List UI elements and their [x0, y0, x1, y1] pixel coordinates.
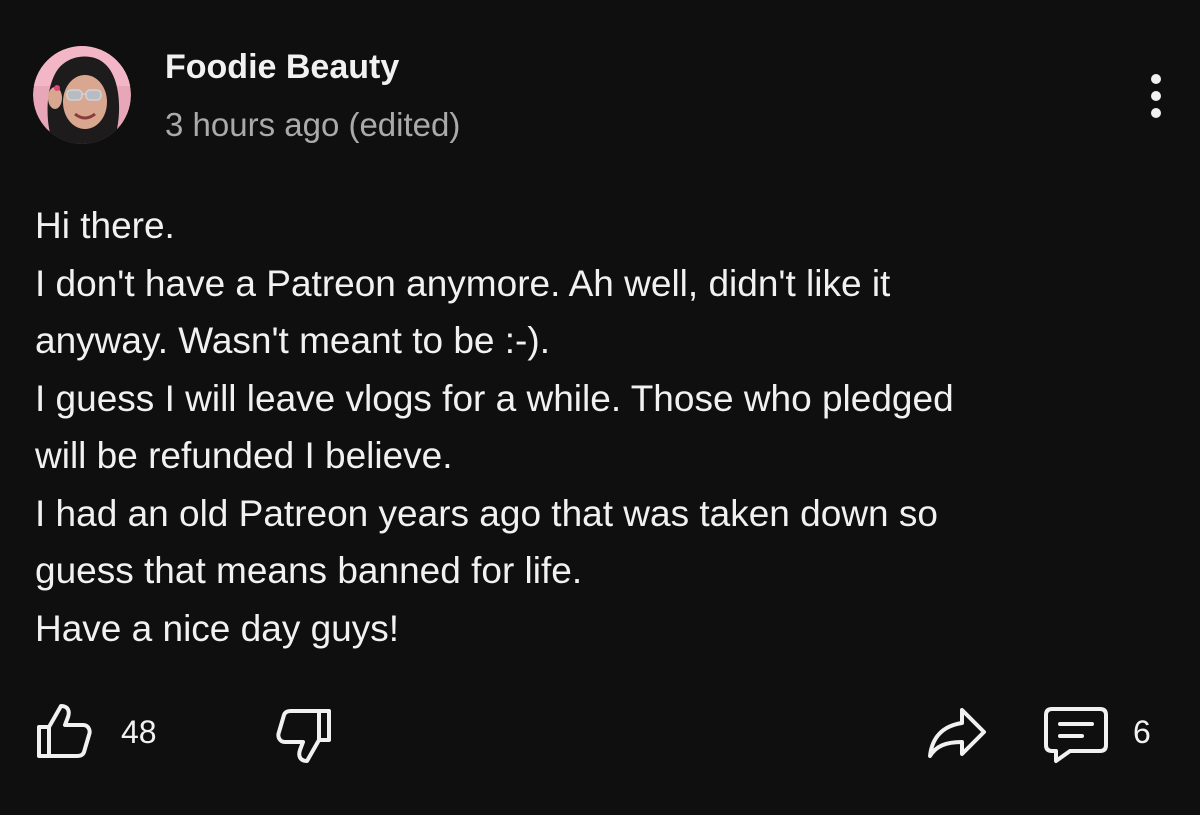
thumbs-down-icon — [276, 709, 331, 763]
post-line: I don't have a Patreon anymore. Ah well,… — [35, 262, 891, 304]
like-count: 48 — [121, 714, 157, 750]
dislike-button[interactable] — [274, 707, 334, 767]
author-name[interactable]: Foodie Beauty — [165, 45, 399, 89]
post-line: I guess I will leave vlogs for a while. … — [35, 377, 954, 419]
post-line: anyway. Wasn't meant to be :-). — [35, 320, 550, 361]
more-options-button[interactable] — [1136, 70, 1176, 126]
comments-button[interactable] — [1044, 705, 1110, 765]
post-line: Hi there. — [35, 205, 175, 246]
share-icon — [928, 708, 986, 758]
post-line: Have a nice day guys! — [35, 607, 400, 649]
community-post: Foodie Beauty 3 hours ago (edited) Hi th… — [0, 0, 1200, 815]
like-button[interactable] — [34, 700, 94, 760]
comment-count: 6 — [1133, 714, 1151, 750]
comment-icon — [1044, 707, 1108, 763]
avatar-image — [33, 46, 131, 144]
avatar[interactable] — [33, 46, 131, 144]
post-line: will be refunded I believe. — [35, 435, 453, 476]
more-vertical-icon — [1151, 74, 1161, 118]
post-line: I had an old Patreon years ago that was … — [35, 492, 938, 534]
post-timestamp: 3 hours ago (edited) — [165, 106, 461, 143]
post-line: guess that means banned for life. — [35, 550, 583, 591]
share-button[interactable] — [926, 706, 988, 760]
thumbs-up-icon — [37, 704, 92, 758]
post-body: Hi there. I don't have a Patreon anymore… — [35, 197, 1165, 657]
